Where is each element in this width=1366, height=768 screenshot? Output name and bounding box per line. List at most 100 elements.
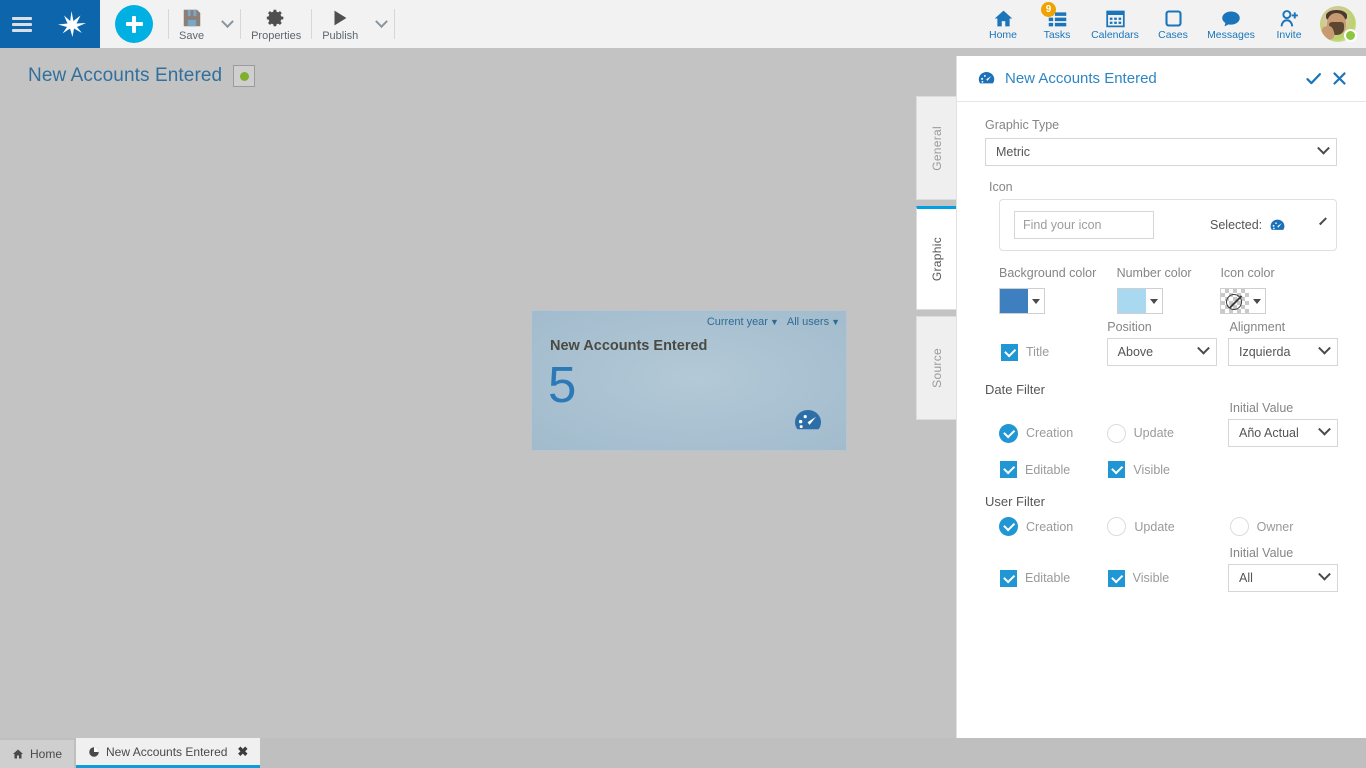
nav-home[interactable]: Home <box>976 0 1030 48</box>
crowsfoot-logo[interactable] <box>55 8 89 40</box>
icon-color-swatch-transparent <box>1221 289 1250 313</box>
panel-confirm-button[interactable] <box>1300 64 1326 94</box>
title-checkbox-group[interactable]: Title <box>1001 343 1107 361</box>
floppy-disk-icon <box>183 9 200 26</box>
background-color-dropdown[interactable] <box>1028 289 1044 313</box>
icon-color-picker[interactable] <box>1220 288 1267 314</box>
position-value: Above <box>1117 345 1154 359</box>
user-editable-checkbox[interactable] <box>1000 569 1017 587</box>
user-initial-value: All <box>1239 571 1253 585</box>
date-update-radio[interactable] <box>1106 423 1126 443</box>
date-creation-option[interactable]: Creation <box>999 423 1107 443</box>
graphic-type-select[interactable]: Metric <box>985 138 1337 166</box>
panel-body: Graphic Type Metric Icon Selected: <box>957 102 1366 592</box>
nav-tasks[interactable]: 9 Tasks <box>1030 0 1084 48</box>
nav-calendars[interactable]: Calendars <box>1084 0 1146 48</box>
tab-general[interactable]: General <box>916 96 956 200</box>
speedometer-icon <box>795 410 821 430</box>
dashboard-canvas: New Accounts Entered Current year ▼ All u… <box>0 48 956 738</box>
top-toolbar: Save Properties Publish Home 9 Tasks Cal… <box>0 0 1366 48</box>
date-editable-option[interactable]: Editable <box>1000 461 1107 478</box>
chevron-down-icon <box>1318 422 1331 436</box>
taskbar-tab-home[interactable]: Home <box>0 740 75 768</box>
tab-general-label: General <box>929 125 944 171</box>
add-button-wrap <box>100 0 168 48</box>
nav-messages[interactable]: Messages <box>1200 0 1262 48</box>
alignment-value: Izquierda <box>1239 345 1291 359</box>
widget-user-filter[interactable]: All users ▼ <box>787 316 840 328</box>
user-filter-heading: User Filter <box>985 494 1045 509</box>
alignment-select[interactable]: Izquierda <box>1228 338 1338 366</box>
date-editable-checkbox[interactable] <box>1000 461 1017 478</box>
user-owner-radio[interactable] <box>1229 517 1249 536</box>
graphic-type-label: Graphic Type <box>985 118 1060 132</box>
title-checkbox-label: Title <box>1026 345 1050 359</box>
user-visible-checkbox[interactable] <box>1107 569 1125 587</box>
user-initial-value-label-row: Initial Value <box>985 546 1338 564</box>
taskbar-tab-new-accounts-entered[interactable]: New Accounts Entered ✖ <box>76 738 261 768</box>
save-button[interactable]: Save <box>169 0 214 48</box>
icon-color-group: Icon color <box>1220 265 1338 314</box>
background-color-swatch <box>1000 289 1028 313</box>
icon-color-dropdown[interactable] <box>1249 289 1265 313</box>
hamburger-icon[interactable] <box>11 16 32 32</box>
date-creation-radio[interactable] <box>999 423 1018 443</box>
page-title-bar: New Accounts Entered <box>0 56 956 96</box>
icon-search-input[interactable] <box>1014 211 1154 239</box>
user-owner-label: Owner <box>1256 519 1294 534</box>
user-visible-option[interactable]: Visible <box>1107 569 1228 587</box>
chevron-down-icon <box>1317 141 1330 155</box>
tab-source[interactable]: Source <box>916 316 956 420</box>
position-select[interactable]: Above <box>1106 338 1217 366</box>
number-color-label: Number color <box>1116 266 1192 280</box>
metric-widget[interactable]: Current year ▼ All users ▼ New Accounts En… <box>531 310 847 451</box>
user-update-radio[interactable] <box>1107 517 1127 536</box>
icon-picker-dropdown[interactable] <box>1319 216 1328 225</box>
user-editable-label: Editable <box>1025 571 1071 585</box>
avatar[interactable] <box>1316 0 1360 48</box>
user-initial-value-select[interactable]: All <box>1228 564 1338 592</box>
number-color-dropdown[interactable] <box>1146 289 1162 313</box>
tab-graphic[interactable]: Graphic <box>916 206 956 310</box>
pie-icon <box>89 746 99 757</box>
background-color-picker[interactable] <box>999 288 1045 314</box>
person-add-icon <box>1280 9 1298 26</box>
speedometer-icon <box>1270 219 1285 230</box>
user-update-option[interactable]: Update <box>1107 517 1229 536</box>
widget-value: 5 <box>548 356 577 413</box>
panel-close-button[interactable] <box>1326 64 1352 94</box>
widget-date-filter[interactable]: Current year ▼ <box>707 316 779 328</box>
date-filter-heading: Date Filter <box>985 382 1045 397</box>
status-badge[interactable] <box>233 65 256 87</box>
speech-bubble-icon <box>1222 11 1240 26</box>
icon-picker: Selected: <box>999 199 1337 251</box>
number-color-picker[interactable] <box>1116 288 1163 314</box>
taskbar-tab-close-icon[interactable]: ✖ <box>237 744 248 760</box>
nav-invite[interactable]: Invite <box>1262 0 1316 48</box>
save-dropdown-button[interactable] <box>214 0 240 48</box>
user-owner-option[interactable]: Owner <box>1229 517 1338 536</box>
date-visible-checkbox[interactable] <box>1108 461 1126 478</box>
user-initial-value-label: Initial Value <box>1229 546 1294 560</box>
date-visible-option[interactable]: Visible <box>1108 461 1229 478</box>
date-initial-value-label: Initial Value <box>1229 401 1294 415</box>
nav-cases[interactable]: Cases <box>1146 0 1200 48</box>
taskbar: Home New Accounts Entered ✖ <box>0 738 1366 768</box>
title-checkbox[interactable] <box>1001 343 1018 361</box>
publish-button[interactable]: Publish <box>312 0 368 48</box>
date-editable-label: Editable <box>1025 462 1071 477</box>
icon-selected-label: Selected: <box>1210 218 1263 232</box>
user-creation-radio[interactable] <box>999 517 1018 536</box>
graphic-type-value: Metric <box>996 145 1031 159</box>
background-color-group: Background color <box>999 265 1117 314</box>
publish-dropdown-button[interactable] <box>368 0 394 48</box>
properties-button[interactable]: Properties <box>241 0 311 48</box>
color-row: Background color Number color Icon color <box>999 265 1338 314</box>
user-creation-option[interactable]: Creation <box>999 517 1107 536</box>
user-editable-option[interactable]: Editable <box>1000 569 1107 587</box>
date-initial-value-select[interactable]: Año Actual <box>1228 419 1338 447</box>
nav-cases-label: Cases <box>1158 28 1188 41</box>
date-update-option[interactable]: Update <box>1106 423 1228 443</box>
properties-label: Properties <box>251 29 302 42</box>
add-new-button[interactable] <box>115 5 153 43</box>
